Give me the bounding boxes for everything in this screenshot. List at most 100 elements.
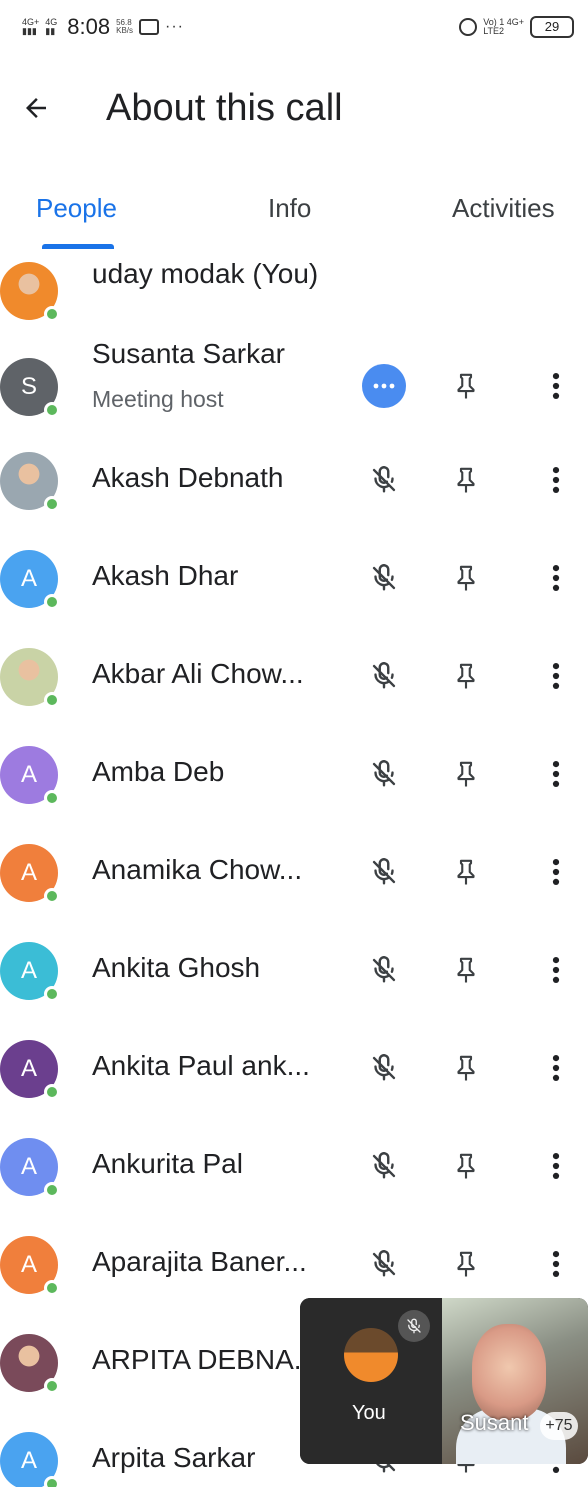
more-horizontal-icon bbox=[362, 364, 406, 408]
online-status-icon bbox=[44, 790, 60, 806]
mic-off-icon[interactable] bbox=[360, 554, 408, 602]
online-status-icon bbox=[44, 1378, 60, 1394]
mic-off-icon[interactable] bbox=[360, 750, 408, 798]
more-options-icon[interactable] bbox=[532, 652, 580, 700]
participant-role: Meeting host bbox=[92, 386, 224, 412]
pin-icon[interactable] bbox=[442, 1044, 490, 1092]
participant-row[interactable]: uday modak (You) bbox=[0, 242, 588, 340]
online-status-icon bbox=[44, 306, 60, 322]
page-title: About this call bbox=[106, 87, 343, 129]
participant-name: Akbar Ali Chow... bbox=[92, 658, 304, 689]
participant-name: Ankita Ghosh bbox=[92, 952, 261, 983]
online-status-icon bbox=[44, 692, 60, 708]
more-options-icon[interactable] bbox=[532, 1044, 580, 1092]
battery-icon: 29 bbox=[530, 16, 574, 38]
pip-remote-label: Susant bbox=[460, 1410, 529, 1435]
more-options-icon[interactable] bbox=[532, 848, 580, 896]
back-arrow-icon bbox=[26, 98, 46, 118]
alarm-icon bbox=[459, 18, 478, 36]
participant-row[interactable]: A Anamika Chow... bbox=[0, 824, 588, 922]
participant-row[interactable]: A Akash Dhar bbox=[0, 530, 588, 628]
mic-off-icon[interactable] bbox=[360, 652, 408, 700]
pin-icon[interactable] bbox=[442, 848, 490, 896]
participant-name: Akash Debnath bbox=[92, 462, 284, 493]
pip-self-tile: You bbox=[300, 1298, 442, 1464]
status-time: 8:08 bbox=[67, 14, 111, 39]
pin-icon[interactable] bbox=[442, 652, 490, 700]
more-options-icon[interactable] bbox=[532, 1142, 580, 1190]
app-header: About this call bbox=[0, 60, 588, 156]
participant-name: Arpita Sarkar bbox=[92, 1442, 256, 1473]
pin-icon[interactable] bbox=[442, 750, 490, 798]
participant-row[interactable]: A Amba Deb bbox=[0, 726, 588, 824]
network-status: Vo) 1 4G+ LTE2 bbox=[483, 17, 524, 36]
avatar: S bbox=[0, 358, 60, 418]
pin-icon[interactable] bbox=[442, 554, 490, 602]
pin-icon[interactable] bbox=[442, 946, 490, 994]
more-options-icon[interactable] bbox=[532, 456, 580, 504]
participant-row[interactable]: A Ankita Ghosh bbox=[0, 922, 588, 1020]
avatar: A bbox=[0, 942, 60, 1002]
participant-name: Amba Deb bbox=[92, 756, 225, 787]
message-notification-icon bbox=[139, 19, 160, 35]
participant-name: Aparajita Baner... bbox=[92, 1246, 307, 1277]
tab-bar: People Info Activities bbox=[0, 176, 588, 252]
avatar bbox=[0, 648, 60, 708]
participant-name: ARPITA DEBNA... bbox=[92, 1344, 318, 1375]
online-status-icon bbox=[44, 986, 60, 1002]
participant-row[interactable]: A Ankurita Pal bbox=[0, 1118, 588, 1216]
pip-self-label: You bbox=[352, 1402, 386, 1424]
back-button[interactable] bbox=[12, 84, 60, 132]
participant-name: Ankurita Pal bbox=[92, 1148, 243, 1179]
tab-people[interactable]: People bbox=[36, 188, 117, 228]
more-options-icon[interactable] bbox=[532, 362, 580, 410]
host-options-button[interactable] bbox=[360, 362, 408, 410]
participant-name: Susanta Sarkar bbox=[92, 338, 285, 369]
avatar: A bbox=[0, 1138, 60, 1198]
tab-activities[interactable]: Activities bbox=[452, 188, 555, 228]
sim1-signal-icon: 4G+ ▮▮▮ bbox=[22, 17, 40, 36]
mic-off-icon[interactable] bbox=[360, 1142, 408, 1190]
participant-name: Akash Dhar bbox=[92, 560, 239, 591]
sim2-signal-icon: 4G ▮▮ bbox=[45, 17, 58, 36]
online-status-icon bbox=[44, 1280, 60, 1296]
more-options-icon[interactable] bbox=[532, 1240, 580, 1288]
avatar bbox=[0, 262, 60, 322]
tab-info[interactable]: Info bbox=[268, 188, 311, 228]
more-options-icon[interactable] bbox=[532, 946, 580, 994]
participant-row[interactable]: A Ankita Paul ank... bbox=[0, 1020, 588, 1118]
online-status-icon bbox=[44, 594, 60, 610]
pin-icon[interactable] bbox=[442, 362, 490, 410]
pip-video-preview[interactable]: You Susant +75 bbox=[300, 1298, 588, 1464]
online-status-icon bbox=[44, 402, 60, 418]
participant-name: uday modak (You) bbox=[92, 258, 319, 289]
mic-off-icon[interactable] bbox=[360, 848, 408, 896]
pin-icon[interactable] bbox=[442, 1240, 490, 1288]
pin-icon[interactable] bbox=[442, 1142, 490, 1190]
avatar bbox=[0, 1334, 60, 1394]
avatar: A bbox=[0, 1236, 60, 1296]
avatar: A bbox=[0, 844, 60, 904]
online-status-icon bbox=[44, 496, 60, 512]
more-options-icon[interactable] bbox=[532, 554, 580, 602]
participant-row[interactable]: S Susanta Sarkar Meeting host bbox=[0, 334, 588, 432]
more-options-icon[interactable] bbox=[532, 750, 580, 798]
video-person-face bbox=[472, 1324, 546, 1420]
self-avatar bbox=[344, 1328, 398, 1382]
avatar: A bbox=[0, 746, 60, 806]
pin-icon[interactable] bbox=[442, 456, 490, 504]
muted-mic-icon bbox=[398, 1310, 430, 1342]
online-status-icon bbox=[44, 1084, 60, 1100]
mic-off-icon[interactable] bbox=[360, 1240, 408, 1288]
mic-off-icon[interactable] bbox=[360, 456, 408, 504]
mic-off-icon[interactable] bbox=[360, 1044, 408, 1092]
participant-row[interactable]: Akash Debnath bbox=[0, 432, 588, 530]
participant-count-badge: +75 bbox=[540, 1412, 578, 1440]
mic-off-icon[interactable] bbox=[360, 946, 408, 994]
avatar: A bbox=[0, 1040, 60, 1100]
participant-row[interactable]: Akbar Ali Chow... bbox=[0, 628, 588, 726]
status-bar: 4G+ ▮▮▮ 4G ▮▮ 8:08 56.8 KB/s ··· Vo) 1 4G+ L… bbox=[0, 0, 588, 56]
online-status-icon bbox=[44, 1182, 60, 1198]
online-status-icon bbox=[44, 888, 60, 904]
online-status-icon bbox=[44, 1476, 60, 1487]
